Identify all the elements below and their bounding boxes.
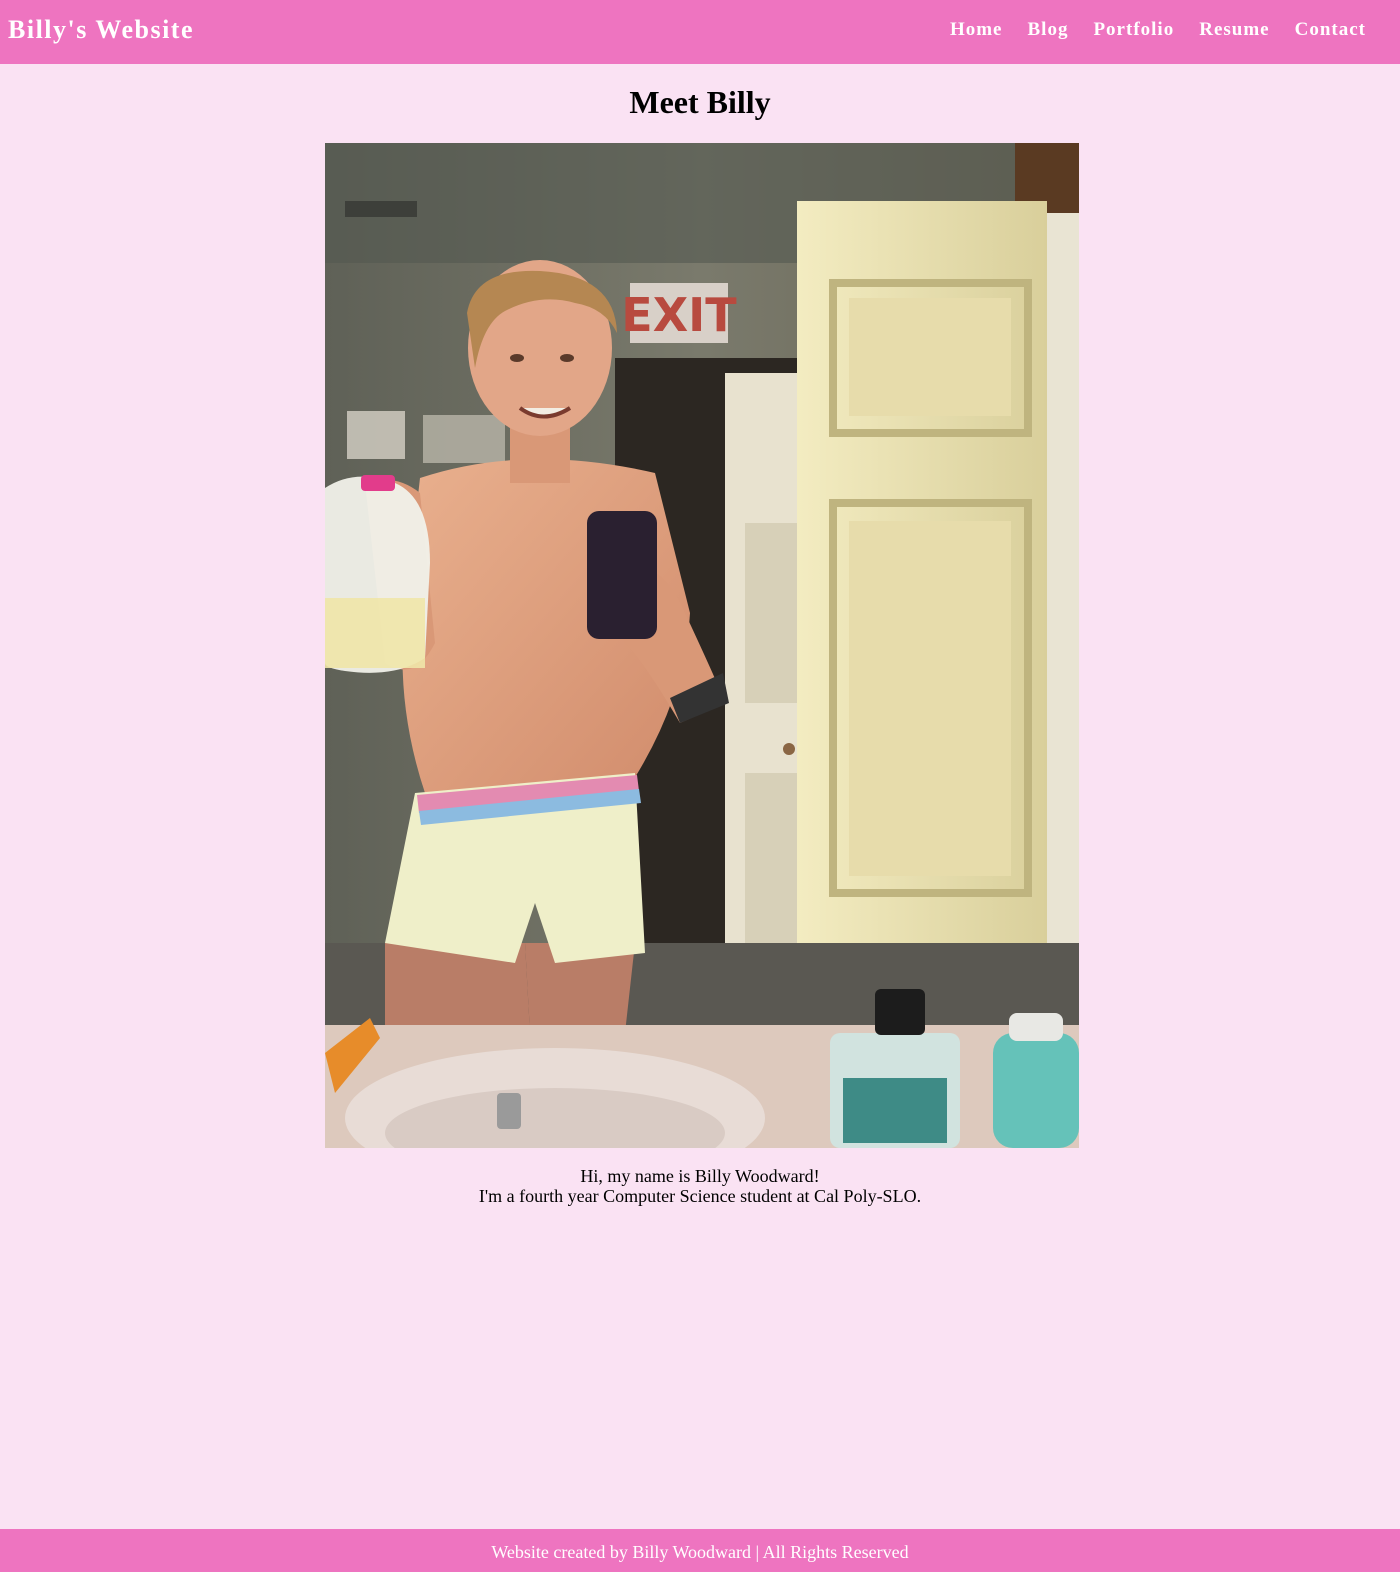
nav-link-portfolio[interactable]: Portfolio bbox=[1093, 17, 1174, 43]
nav-link-contact[interactable]: Contact bbox=[1295, 17, 1366, 43]
nav-link-resume[interactable]: Resume bbox=[1199, 17, 1269, 43]
intro-text: Hi, my name is Billy Woodward! I'm a fou… bbox=[0, 1166, 1400, 1206]
navbar: Billy's Website Home Blog Portfolio Resu… bbox=[0, 0, 1400, 64]
exit-sign: EXIT bbox=[621, 283, 737, 343]
footer: Website created by Billy Woodward | All … bbox=[0, 1529, 1400, 1572]
nav-link-blog[interactable]: Blog bbox=[1028, 17, 1069, 43]
profile-photo: EXIT bbox=[325, 143, 1079, 1148]
site-title[interactable]: Billy's Website bbox=[8, 14, 194, 46]
intro-line-2: I'm a fourth year Computer Science stude… bbox=[478, 1186, 922, 1206]
intro-line-1: Hi, my name is Billy Woodward! bbox=[580, 1166, 820, 1186]
footer-text: Website created by Billy Woodward | All … bbox=[491, 1542, 909, 1562]
page-title: Meet Billy bbox=[629, 84, 771, 120]
nav-link-home[interactable]: Home bbox=[950, 17, 1003, 43]
exit-sign-text: EXIT bbox=[621, 288, 737, 342]
nav-links: Home Blog Portfolio Resume Contact bbox=[950, 17, 1366, 43]
